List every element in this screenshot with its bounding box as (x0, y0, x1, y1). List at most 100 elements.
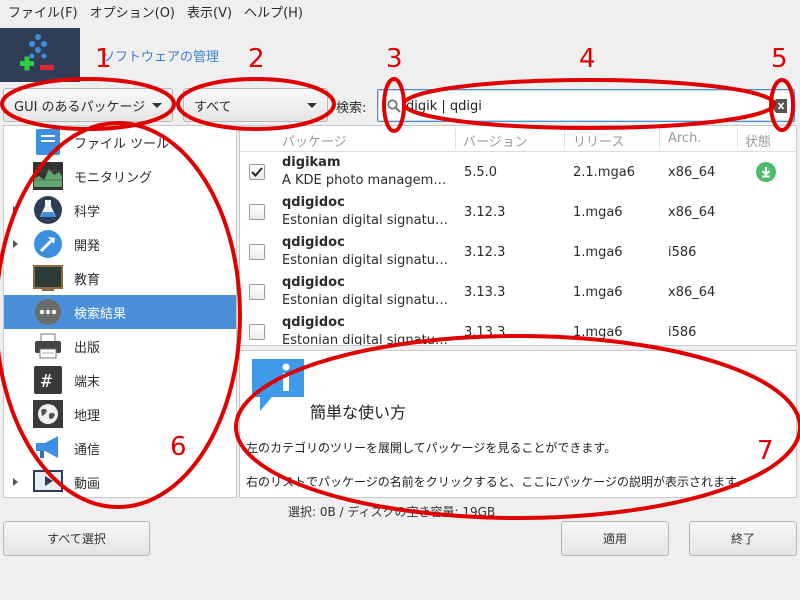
chevron-down-icon (307, 103, 317, 108)
package-version: 5.5.0 (464, 165, 498, 180)
terminal-icon: # (32, 365, 64, 395)
package-checkbox[interactable] (249, 324, 265, 340)
category-label: 地理 (74, 408, 101, 424)
package-version: 3.13.3 (464, 285, 506, 300)
category-item-education[interactable]: 教育 (4, 261, 236, 295)
package-arch: x86_64 (668, 205, 716, 220)
expand-arrow-icon[interactable] (13, 478, 18, 486)
menu-file[interactable]: ファイル(F) (2, 0, 84, 27)
category-label: 検索結果 (74, 306, 127, 322)
menu-options[interactable]: オプション(O) (84, 0, 181, 27)
svg-text:#: # (41, 371, 52, 392)
table-row[interactable]: qdigidoc Estonian digital signatu… 3.13.… (240, 272, 796, 312)
package-description: Estonian digital signatu… (282, 253, 448, 268)
file-tools-icon (32, 127, 64, 157)
chevron-down-icon (152, 103, 162, 108)
package-state-combo[interactable]: すべて (183, 88, 328, 122)
package-release: 2.1.mga6 (573, 165, 635, 180)
package-description: Estonian digital signatu… (282, 333, 448, 346)
category-item-geography[interactable]: 地理 (4, 397, 236, 431)
package-arch: i586 (668, 325, 697, 340)
communication-icon (32, 433, 64, 463)
category-label: 出版 (74, 340, 101, 356)
package-release: 1.mga6 (573, 285, 623, 300)
column-header-version[interactable]: バージョン (463, 131, 528, 150)
category-item-video[interactable]: 動画 (4, 465, 236, 497)
category-label: 通信 (74, 442, 101, 458)
installed-status-icon (756, 162, 776, 182)
category-item-search-results[interactable]: 検索結果 (4, 295, 236, 329)
expand-arrow-icon[interactable] (13, 206, 18, 214)
category-label: ファイル ツール (74, 136, 170, 152)
category-label: 動画 (74, 476, 101, 492)
clear-search-icon[interactable] (771, 99, 787, 113)
category-item-publishing[interactable]: 出版 (4, 329, 236, 363)
geography-icon (32, 399, 64, 429)
package-name: qdigidoc (282, 275, 345, 290)
category-item-terminal[interactable]: # 端末 (4, 363, 236, 397)
column-header-package[interactable]: パッケージ (282, 131, 347, 150)
quit-button[interactable]: 終了 (689, 521, 797, 556)
package-arch: x86_64 (668, 285, 716, 300)
package-name: qdigidoc (282, 195, 345, 210)
category-label: 科学 (74, 204, 101, 220)
table-row[interactable]: qdigidoc Estonian digital signatu… 3.13.… (240, 312, 796, 346)
package-name: qdigidoc (282, 315, 345, 330)
package-version: 3.12.3 (464, 205, 506, 220)
package-state-value: すべて (194, 99, 232, 115)
package-release: 1.mga6 (573, 245, 623, 260)
package-name: digikam (282, 155, 341, 170)
search-icon[interactable] (386, 98, 402, 114)
package-checkbox[interactable] (249, 164, 265, 180)
education-icon (32, 263, 64, 293)
package-checkbox[interactable] (249, 284, 265, 300)
category-item-monitoring[interactable]: モニタリング (4, 159, 236, 193)
column-header-release[interactable]: リリース (573, 131, 624, 150)
apply-button[interactable]: 適用 (561, 521, 669, 556)
package-name: qdigidoc (282, 235, 345, 250)
annotation-label: 2 (248, 44, 265, 74)
table-row[interactable]: qdigidoc Estonian digital signatu… 3.12.… (240, 232, 796, 272)
category-item-science[interactable]: 科学 (4, 193, 236, 227)
app-logo-icon (0, 28, 80, 82)
category-label: 端末 (74, 374, 101, 390)
monitoring-icon (32, 161, 64, 191)
table-row[interactable]: digikam A KDE photo managem… 5.5.0 2.1.m… (240, 152, 796, 192)
column-divider (564, 129, 565, 148)
video-icon (32, 467, 64, 497)
search-label: 検索: (336, 101, 367, 116)
column-header-status[interactable]: 状態 (745, 131, 771, 150)
search-box[interactable] (377, 89, 795, 122)
info-title: 簡単な使い方 (310, 403, 407, 422)
package-checkbox[interactable] (249, 244, 265, 260)
menu-view[interactable]: 表示(V) (181, 0, 238, 27)
package-table[interactable]: パッケージ バージョン リリース Arch. 状態 digikam A KDE … (239, 125, 797, 346)
development-icon (32, 229, 64, 259)
expand-arrow-icon[interactable] (13, 240, 18, 248)
package-arch: x86_64 (668, 165, 716, 180)
annotation-label: 4 (579, 44, 596, 74)
category-item-file-tools[interactable]: ファイル ツール (4, 126, 236, 159)
category-item-development[interactable]: 開発 (4, 227, 236, 261)
package-description: Estonian digital signatu… (282, 293, 448, 308)
category-tree[interactable]: ファイル ツール モニタリング 科学 開発 教育 検索結果 出版 # 端末 地理… (3, 125, 237, 498)
search-results-icon (32, 297, 64, 327)
science-icon (32, 195, 64, 225)
package-version: 3.12.3 (464, 245, 506, 260)
package-description: A KDE photo managem… (282, 173, 447, 188)
select-all-button[interactable]: すべて選択 (3, 521, 150, 556)
package-arch: i586 (668, 245, 697, 260)
menu-help[interactable]: ヘルプ(H) (238, 0, 309, 27)
category-item-communication[interactable]: 通信 (4, 431, 236, 465)
package-release: 1.mga6 (573, 325, 623, 340)
table-row[interactable]: qdigidoc Estonian digital signatu… 3.12.… (240, 192, 796, 232)
app-title: ソフトウェアの管理 (102, 50, 220, 65)
column-header-arch[interactable]: Arch. (668, 131, 701, 146)
package-checkbox[interactable] (249, 204, 265, 220)
column-divider (659, 129, 660, 148)
package-description: Estonian digital signatu… (282, 213, 448, 228)
package-type-combo[interactable]: GUI のあるパッケージ (3, 88, 173, 122)
package-type-value: GUI のあるパッケージ (14, 99, 146, 115)
package-release: 1.mga6 (573, 205, 623, 220)
search-input[interactable] (406, 94, 766, 118)
